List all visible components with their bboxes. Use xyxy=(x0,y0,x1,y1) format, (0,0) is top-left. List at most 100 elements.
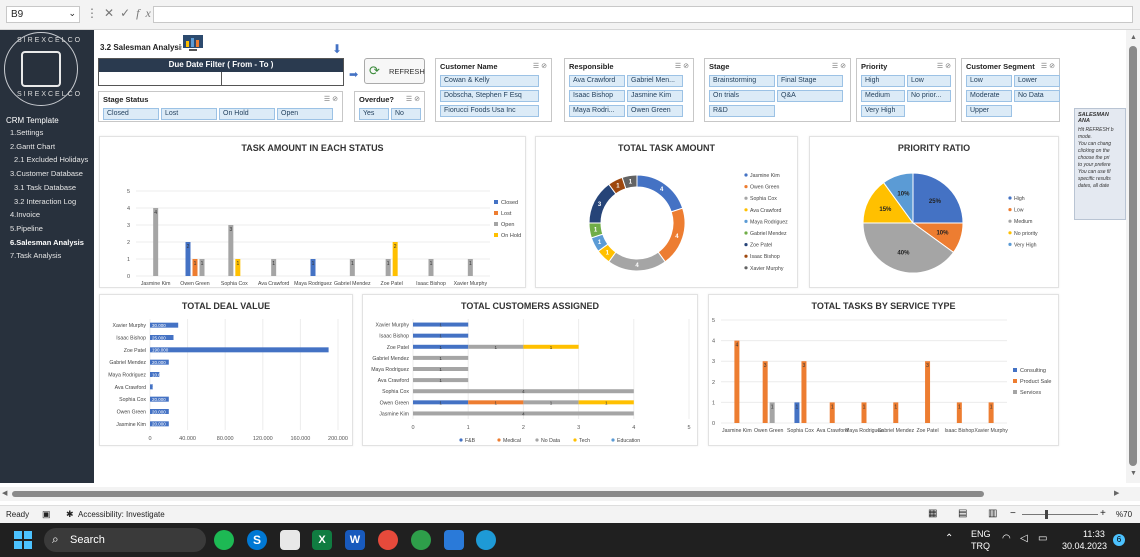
page-layout-icon[interactable]: ▤ xyxy=(958,508,967,519)
slicer-item[interactable]: Low xyxy=(907,75,951,87)
slicer-item[interactable]: Owen Green xyxy=(627,105,683,117)
filter-clear-icon[interactable]: ☰ ⊘ xyxy=(937,62,951,70)
slicer-item[interactable]: Isaac Bishop xyxy=(569,90,625,102)
slicer-item[interactable]: Cowan & Kelly xyxy=(440,75,539,87)
horizontal-scroll-thumb[interactable] xyxy=(12,491,984,497)
slicer-item[interactable]: No prior... xyxy=(907,90,951,102)
cancel-icon[interactable]: ✕ xyxy=(104,6,120,20)
slicer-item[interactable]: On trials xyxy=(709,90,775,102)
legend-label: Low xyxy=(1014,208,1024,214)
slicer-item[interactable]: Yes xyxy=(359,108,389,120)
scroll-down-icon[interactable]: ▼ xyxy=(1130,470,1137,477)
legend-label: Very High xyxy=(1014,242,1037,248)
date-from-input[interactable] xyxy=(99,72,222,85)
language-bottom[interactable]: TRQ xyxy=(971,541,990,551)
nav-item[interactable]: 2.Gantt Chart xyxy=(10,142,55,151)
slicer-item[interactable]: Moderate xyxy=(966,90,1012,102)
slicer-item[interactable]: Ava Crawford xyxy=(569,75,625,87)
nav-item[interactable]: 2.1 Excluded Holidays xyxy=(14,155,88,164)
vertical-scrollbar[interactable]: ▲ ▼ xyxy=(1126,30,1140,483)
slicer-item[interactable]: Jasmine Kim xyxy=(627,90,683,102)
slicer-item[interactable]: Q&A xyxy=(777,90,843,102)
y-tick-label: 3 xyxy=(712,359,715,365)
taskbar-search[interactable]: ⌕ Search xyxy=(44,528,206,552)
nav-item[interactable]: 7.Task Analysis xyxy=(10,251,61,260)
slicer-item[interactable]: Medium xyxy=(861,90,905,102)
zoom-handle[interactable] xyxy=(1045,510,1048,519)
filter-clear-icon[interactable]: ☰ ⊘ xyxy=(675,62,689,70)
slicer-item[interactable]: Maya Rodri... xyxy=(569,105,625,117)
accessibility-icon[interactable]: ✱ xyxy=(66,509,74,520)
nav-item[interactable]: 3.Customer Database xyxy=(10,169,83,178)
zoom-out-icon[interactable]: − xyxy=(1010,508,1016,519)
word-icon[interactable]: W xyxy=(345,530,365,550)
scroll-left-icon[interactable]: ◀ xyxy=(2,489,7,497)
slicer-item[interactable]: Upper xyxy=(966,105,1012,117)
macro-icon[interactable]: ▣ xyxy=(42,509,51,520)
date-filter: Due Date Filter ( From - To ) xyxy=(98,58,344,86)
horizontal-scrollbar[interactable]: ◀ ▶ xyxy=(0,487,1140,501)
date-to-input[interactable] xyxy=(222,72,343,85)
skype-icon[interactable]: S xyxy=(247,530,267,550)
slicer-item[interactable]: Lower xyxy=(1014,75,1060,87)
filter-clear-icon[interactable]: ☰ ⊘ xyxy=(406,95,420,103)
notepad-icon[interactable] xyxy=(280,530,300,550)
clock-date[interactable]: 30.04.2023 xyxy=(1062,541,1107,551)
slicer-item[interactable]: Lost xyxy=(161,108,217,120)
slicer-item[interactable]: No Data xyxy=(1014,90,1060,102)
name-box[interactable]: B9 ⌄ xyxy=(6,6,80,23)
windows-start-icon[interactable] xyxy=(13,530,33,550)
slicer-item[interactable]: Open xyxy=(277,108,333,120)
status-chart: 012345Jasmine Kim4Owen Green21 1Sophia Co… xyxy=(127,189,521,287)
scroll-right-icon[interactable]: ▶ xyxy=(1114,489,1119,497)
filter-clear-icon[interactable]: ☰ ⊘ xyxy=(533,62,547,70)
slicer-item[interactable]: Brainstorming xyxy=(709,75,775,87)
slicer-item[interactable]: Fiorucci Foods Usa Inc xyxy=(440,105,539,117)
legend-label: Jasmine Kim xyxy=(750,173,780,179)
nav-item[interactable]: 6.Salesman Analysis xyxy=(10,238,84,247)
slicer-item[interactable]: Closed xyxy=(103,108,159,120)
chevron-down-icon[interactable]: ⌄ xyxy=(68,8,76,19)
notification-badge[interactable]: 6 xyxy=(1113,534,1125,546)
nav-item[interactable]: 5.Pipeline xyxy=(10,224,43,233)
wifi-icon[interactable]: ◠ xyxy=(1002,533,1011,544)
volume-icon[interactable]: ◁ xyxy=(1020,533,1028,544)
accessibility-status[interactable]: Accessibility: Investigate xyxy=(78,510,165,519)
edge-icon[interactable] xyxy=(476,530,496,550)
nav-item[interactable]: 3.1 Task Database xyxy=(14,183,76,192)
slicer-item[interactable]: Gabriel Men... xyxy=(627,75,683,87)
chevron-up-icon[interactable]: ⌃ xyxy=(945,533,953,544)
nav-item[interactable]: 1.Settings xyxy=(10,128,43,137)
battery-icon[interactable]: ▭ xyxy=(1038,533,1047,544)
clock-time[interactable]: 11:33 xyxy=(1083,529,1105,539)
refresh-button[interactable]: ⟳ REFRESH xyxy=(364,58,425,84)
slicer-item[interactable]: R&D xyxy=(709,105,775,117)
chrome-profile-icon[interactable] xyxy=(411,530,431,550)
filter-clear-icon[interactable]: ☰ ⊘ xyxy=(1041,62,1055,70)
zoom-slider[interactable] xyxy=(1022,514,1098,515)
filter-clear-icon[interactable]: ☰ ⊘ xyxy=(324,95,338,103)
slicer-item[interactable]: Dobscha, Stephen F Esq xyxy=(440,90,539,102)
scroll-up-icon[interactable]: ▲ xyxy=(1130,34,1137,41)
slicer-item[interactable]: Very High xyxy=(861,105,905,117)
slicer-item[interactable]: Final Stage xyxy=(777,75,843,87)
filter-clear-icon[interactable]: ☰ ⊘ xyxy=(832,62,846,70)
page-break-icon[interactable]: ▥ xyxy=(988,508,997,519)
nav-item[interactable]: 3.2 Interaction Log xyxy=(14,197,76,206)
chrome-icon[interactable] xyxy=(378,530,398,550)
vertical-scroll-thumb[interactable] xyxy=(1129,46,1137,466)
sidebar: SIREXCELCO SIREXCELCO CRM Template 1.Set… xyxy=(0,30,94,483)
formula-input[interactable] xyxy=(153,6,1133,23)
nav-item[interactable]: 4.Invoice xyxy=(10,210,40,219)
check-icon[interactable]: ✓ xyxy=(120,6,136,20)
slicer-item[interactable]: High xyxy=(861,75,905,87)
slicer-item[interactable]: No xyxy=(391,108,421,120)
language-top[interactable]: ENG xyxy=(971,529,991,539)
zoom-in-icon[interactable]: + xyxy=(1100,508,1106,519)
spotify-icon[interactable] xyxy=(214,530,234,550)
excel-icon[interactable]: X xyxy=(312,530,332,550)
normal-view-icon[interactable]: ▦ xyxy=(928,508,937,519)
slicer-item[interactable]: Low xyxy=(966,75,1012,87)
notes-app-icon[interactable] xyxy=(444,530,464,550)
slicer-item[interactable]: On Hold xyxy=(219,108,275,120)
